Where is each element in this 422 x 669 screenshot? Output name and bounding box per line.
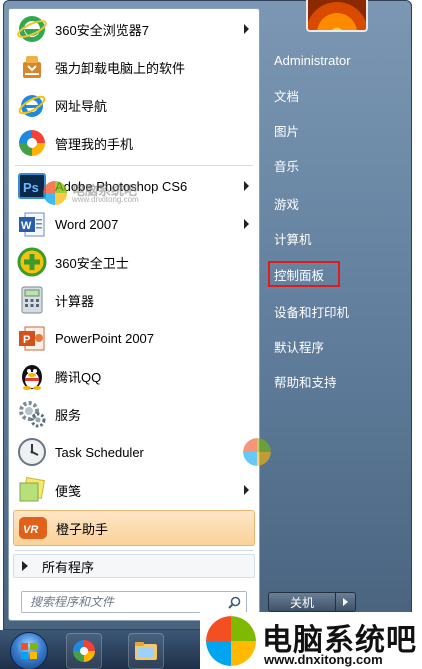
submenu-arrow-icon (244, 219, 249, 229)
program-label: 服务 (55, 407, 82, 423)
user-avatar[interactable] (306, 0, 368, 32)
program-item-360-browser[interactable]: 360安全浏览器7 (13, 11, 255, 47)
program-label: 网址导航 (55, 98, 108, 114)
triangle-right-icon (22, 561, 28, 571)
uninstall-icon (17, 52, 47, 82)
submenu-arrow-icon (244, 24, 249, 34)
pictures-item[interactable]: 图片 (268, 115, 398, 145)
program-item-qq[interactable]: 腾讯QQ (13, 358, 255, 394)
program-item-services[interactable]: 服务 (13, 396, 255, 432)
search-input[interactable] (28, 594, 222, 610)
games-item[interactable]: 游戏 (268, 188, 398, 218)
all-programs-button[interactable]: 所有程序 (13, 554, 255, 578)
360-safe-icon (17, 247, 47, 277)
music-item[interactable]: 音乐 (268, 150, 398, 180)
program-item-phone-manager[interactable]: 管理我的手机 (13, 125, 255, 161)
folder-icon (135, 642, 157, 660)
search-box[interactable] (21, 591, 247, 613)
program-label: Task Scheduler (55, 444, 144, 460)
shutdown-options-arrow-icon[interactable] (336, 592, 356, 612)
program-item-sticky-notes[interactable]: 便笺 (13, 472, 255, 508)
program-label: 强力卸载电脑上的软件 (55, 60, 186, 76)
color-wheel-icon (73, 640, 95, 662)
program-label: 腾讯QQ (55, 369, 102, 385)
svg-text:Ps: Ps (23, 180, 39, 195)
program-item-uninstall[interactable]: 强力卸载电脑上的软件 (13, 49, 255, 85)
program-label: PowerPoint 2007 (55, 330, 155, 346)
windows-logo-icon (243, 438, 271, 466)
devices-printers-item[interactable]: 设备和打印机 (268, 296, 398, 326)
windows-flag-icon (21, 643, 37, 659)
services-gear-icon (17, 399, 47, 429)
powerpoint-icon: P (17, 323, 47, 353)
calculator-icon (17, 285, 47, 315)
ie-navigation-icon (17, 90, 47, 120)
user-name-item[interactable]: Administrator (268, 45, 398, 75)
help-support-item[interactable]: 帮助和支持 (268, 366, 398, 396)
screenshot: 360安全浏览器7 强力卸载电脑上的软件 网址导航 管理我的手机 Ps Adob… (0, 0, 422, 669)
watermark-small-url: www.dnxitong.com (72, 195, 139, 204)
sticky-notes-icon (17, 475, 47, 505)
all-programs-label: 所有程序 (42, 559, 95, 575)
taskbar-browser-button[interactable] (66, 633, 102, 669)
svg-text:P: P (23, 334, 30, 346)
program-list-pane: 360安全浏览器7 强力卸载电脑上的软件 网址导航 管理我的手机 Ps Adob… (8, 8, 260, 621)
program-label: 计算器 (55, 293, 95, 309)
program-item-calculator[interactable]: 计算器 (13, 282, 255, 318)
clock-icon (17, 437, 47, 467)
control-panel-item[interactable]: 控制面板 (268, 261, 340, 287)
360-browser-icon (17, 14, 47, 44)
svg-text:W: W (21, 220, 32, 232)
word-icon: W (17, 209, 47, 239)
program-item-web-navigation[interactable]: 网址导航 (13, 87, 255, 123)
orange-assistant-icon: VR (18, 513, 48, 543)
windows-logo-icon (43, 181, 67, 205)
separator (15, 550, 253, 551)
program-label: 橙子助手 (56, 521, 109, 537)
svg-text:VR: VR (23, 524, 38, 536)
program-label: 便笺 (55, 483, 82, 499)
watermark-banner: 电脑系统吧 www.dnxitong.com (200, 612, 422, 669)
program-item-task-scheduler[interactable]: Task Scheduler (13, 434, 255, 470)
qq-penguin-icon (17, 361, 47, 391)
program-label: 管理我的手机 (55, 136, 134, 152)
program-item-powerpoint[interactable]: P PowerPoint 2007 (13, 320, 255, 356)
program-item-orange-assistant[interactable]: VR 橙子助手 (13, 510, 255, 546)
watermark-faint (242, 437, 272, 472)
separator (15, 165, 253, 166)
submenu-arrow-icon (244, 181, 249, 191)
submenu-arrow-icon (244, 485, 249, 495)
program-label: Word 2007 (55, 216, 119, 232)
computer-item[interactable]: 计算机 (268, 223, 398, 253)
program-label: 360安全卫士 (55, 255, 129, 271)
phone-manager-icon (17, 128, 47, 158)
start-orb-button[interactable] (10, 632, 48, 669)
windows-logo-icon (206, 616, 256, 666)
default-programs-item[interactable]: 默认程序 (268, 331, 398, 361)
program-item-360-safe[interactable]: 360安全卫士 (13, 244, 255, 280)
shutdown-button[interactable]: 关机 (268, 592, 336, 612)
program-label: 360安全浏览器7 (55, 22, 149, 38)
documents-item[interactable]: 文档 (268, 80, 398, 110)
program-item-word[interactable]: W Word 2007 (13, 206, 255, 242)
taskbar-explorer-button[interactable] (128, 633, 164, 669)
watermark-big-url: www.dnxitong.com (264, 652, 383, 667)
